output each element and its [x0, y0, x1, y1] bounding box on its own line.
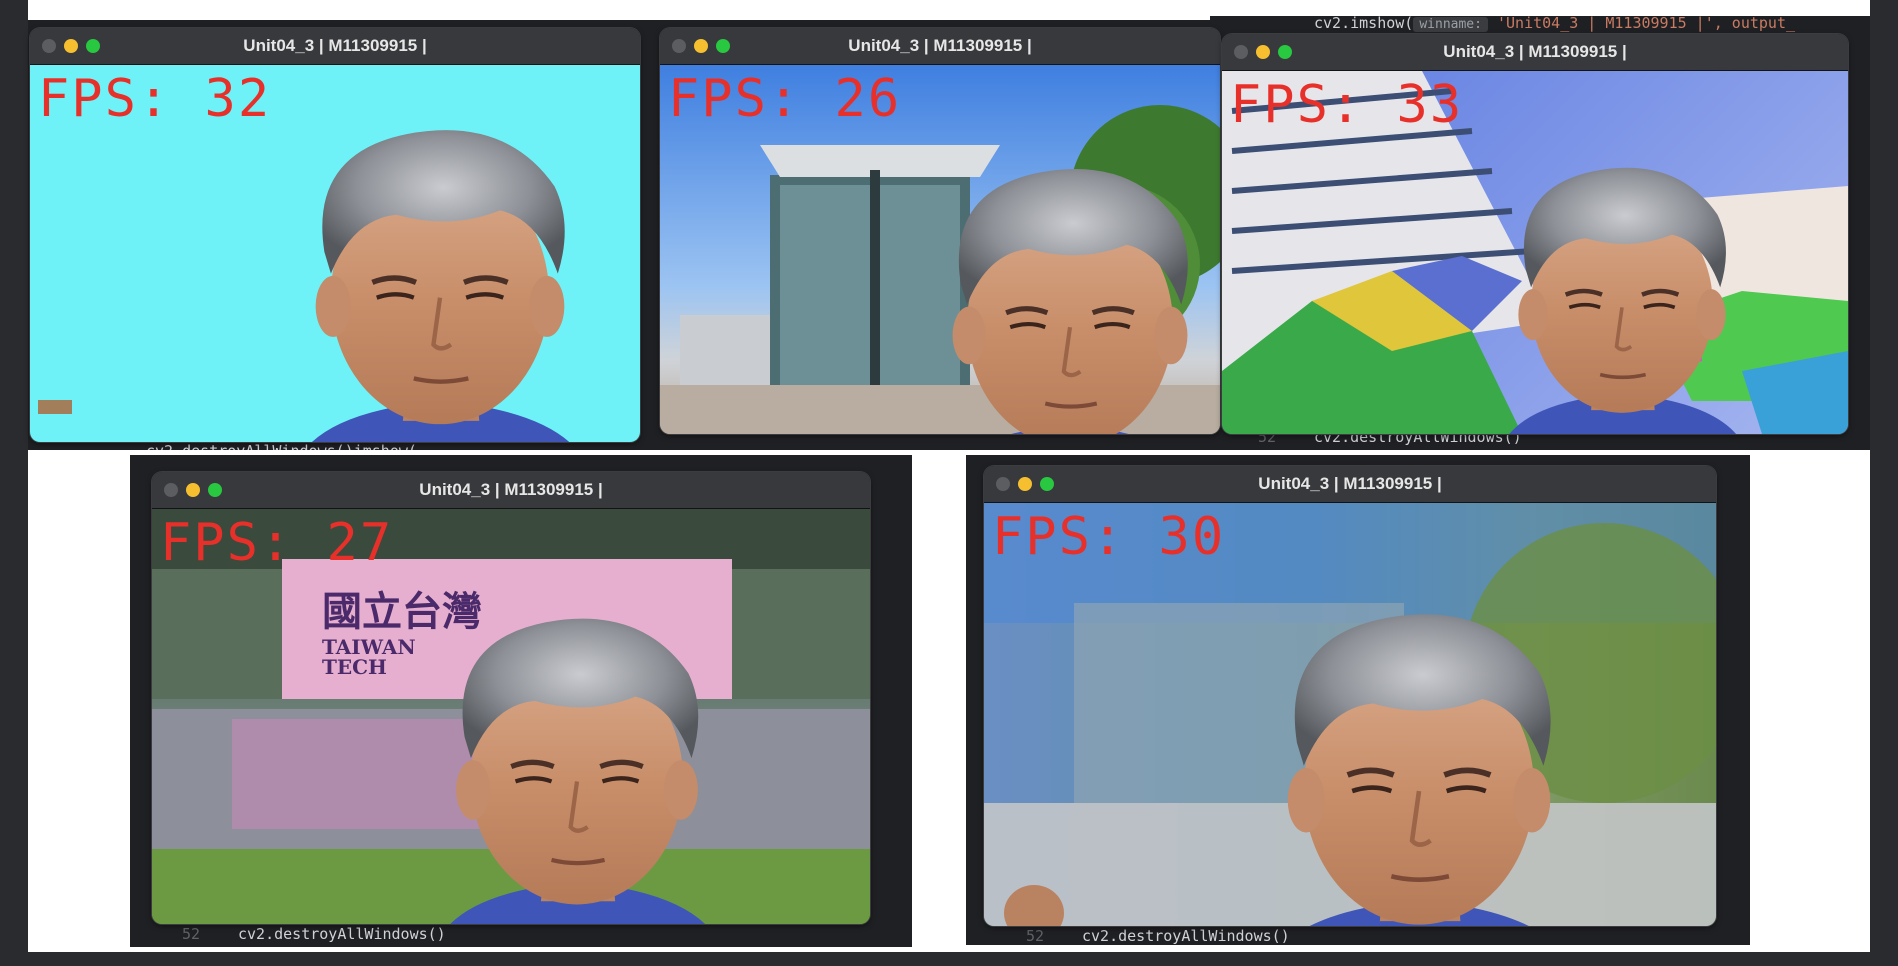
window-title: Unit04_3 | M11309915 |	[243, 36, 427, 55]
video-frame: FPS: 32	[30, 65, 640, 442]
code-line-destroy-bl: 52 cv2.destroyAllWindows()	[182, 925, 446, 943]
video-frame: 國立台灣 TAIWAN TECH FPS: 27	[152, 509, 870, 924]
fps-counter: FPS: 33	[1230, 75, 1464, 135]
opencv-window-4[interactable]: Unit04_3 | M11309915 | 國立台灣 TAIWAN TECH …	[152, 472, 870, 924]
line-number: 52	[1026, 927, 1045, 945]
code-line-top-a: cv2.destroyAllWindows()imshow(	[146, 442, 417, 450]
sign-text: 國立台灣 TAIWAN TECH	[322, 579, 482, 677]
code-string: 'Unit04_3 | M11309915 |', output_	[1497, 16, 1796, 32]
sign-line-3: TECH	[322, 655, 387, 679]
code-text: cv2.destroyAllWindows()	[238, 925, 446, 943]
param-hint-chip: winname:	[1413, 17, 1488, 32]
fps-counter: FPS: 26	[668, 69, 902, 129]
code-text: cv2.imshow(	[1314, 16, 1414, 32]
opencv-window-1[interactable]: Unit04_3 | M11309915 | FPS: 32	[30, 28, 640, 442]
opencv-window-3[interactable]: Unit04_3 | M11309915 | FPS: 33	[1222, 34, 1848, 434]
fps-counter: FPS: 30	[992, 507, 1226, 567]
window-titlebar[interactable]: Unit04_3 | M11309915 |	[660, 28, 1220, 65]
video-frame: FPS: 30	[984, 503, 1716, 926]
sign-line-1: 國立台灣	[322, 588, 482, 635]
window-titlebar[interactable]: Unit04_3 | M11309915 |	[152, 472, 870, 509]
opencv-window-5[interactable]: Unit04_3 | M11309915 | FPS: 30	[984, 466, 1716, 926]
opencv-window-2[interactable]: Unit04_3 | M11309915 | FPS: 26	[660, 28, 1220, 434]
window-title: Unit04_3 | M11309915 |	[419, 480, 603, 499]
fps-counter: FPS: 27	[160, 513, 394, 573]
window-titlebar[interactable]: Unit04_3 | M11309915 |	[30, 28, 640, 65]
window-title: Unit04_3 | M11309915 |	[1443, 42, 1627, 61]
fps-counter: FPS: 32	[38, 69, 272, 129]
code-line-destroy-br: 52 cv2.destroyAllWindows()	[1026, 927, 1290, 945]
code-line-imshow: cv2.imshow(winname: 'Unit04_3 | M1130991…	[1258, 16, 1795, 32]
code-text: cv2.destroyAllWindows()imshow(	[146, 442, 417, 450]
window-title: Unit04_3 | M11309915 |	[1258, 474, 1442, 493]
video-frame: FPS: 26	[660, 65, 1220, 434]
sign-line-2: TAIWAN	[322, 635, 416, 659]
video-frame: FPS: 33	[1222, 71, 1848, 434]
window-titlebar[interactable]: Unit04_3 | M11309915 |	[984, 466, 1716, 503]
code-text: cv2.destroyAllWindows()	[1082, 927, 1290, 945]
window-title: Unit04_3 | M11309915 |	[848, 36, 1032, 55]
window-titlebar[interactable]: Unit04_3 | M11309915 |	[1222, 34, 1848, 71]
line-number: 52	[182, 925, 201, 943]
